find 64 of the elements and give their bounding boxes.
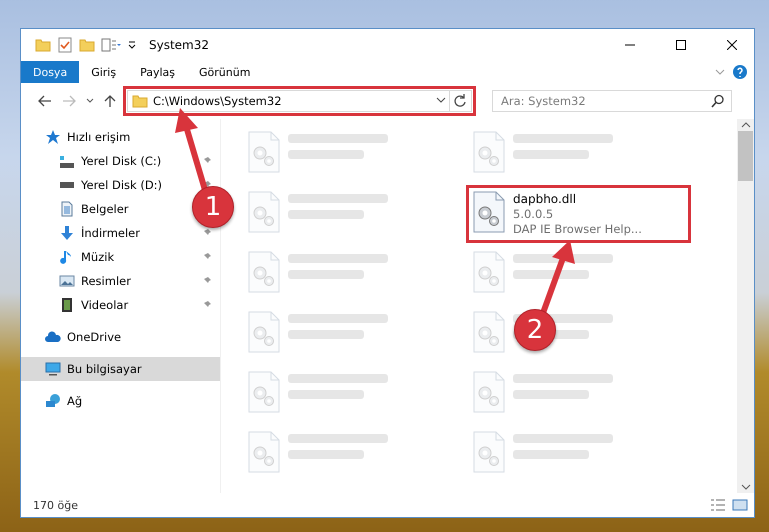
sidebar-item[interactable]: İndirmeler	[59, 225, 140, 241]
file-item[interactable]: dapbho.dll 5.0.0.5 DAP IE Browser Help...	[466, 185, 691, 243]
scrollbar[interactable]	[737, 119, 754, 493]
gear-file-icon	[473, 311, 505, 353]
document-icon	[59, 201, 75, 217]
chevron-down-icon	[740, 483, 750, 491]
picture-icon	[59, 273, 75, 289]
gear-file-icon	[248, 131, 280, 173]
drive-icon	[59, 182, 75, 188]
gear-file-icon	[473, 371, 505, 413]
forward-arrow-icon	[62, 95, 76, 107]
gear-file-icon	[248, 431, 280, 473]
gear-file-icon	[473, 251, 505, 293]
checklist-icon	[57, 37, 73, 53]
gear-file-icon	[248, 311, 280, 353]
gear-file-icon	[473, 131, 505, 173]
folder-icon	[79, 37, 95, 53]
folder-icon	[132, 93, 148, 109]
download-icon	[59, 225, 75, 241]
cloud-icon	[45, 329, 61, 345]
ribbon-tab[interactable]: Paylaş	[128, 61, 187, 83]
sidebar-item[interactable]: Hızlı erişim	[45, 129, 130, 145]
chevron-down-icon	[86, 98, 94, 104]
folder-icon	[35, 37, 51, 53]
window-title: System32	[149, 38, 210, 52]
ribbon-tab[interactable]: Giriş	[79, 61, 128, 83]
close-icon	[726, 40, 736, 50]
up-arrow-icon	[104, 94, 116, 108]
chevron-up-icon	[740, 121, 750, 129]
network-icon	[45, 393, 61, 409]
item-count: 170 öğe	[33, 498, 78, 512]
drive-icon	[59, 154, 75, 168]
film-icon	[59, 297, 75, 313]
properties-icon	[101, 37, 121, 53]
sidebar-item[interactable]: OneDrive	[45, 329, 122, 345]
file-name: dapbho.dll	[513, 192, 578, 206]
ribbon-tab[interactable]: Dosya	[21, 61, 80, 83]
computer-icon	[45, 361, 61, 377]
thumbnail-view-icon	[732, 498, 748, 512]
minimize-icon	[624, 44, 634, 46]
sidebar-item[interactable]: Yerel Disk (C:)	[59, 154, 162, 168]
ribbon-tab[interactable]: Görünüm	[187, 61, 262, 83]
sidebar-item[interactable]: Belgeler	[59, 201, 129, 217]
file-detail: 5.0.0.5	[513, 207, 554, 221]
search-icon	[711, 94, 725, 108]
scrollbar-thumb[interactable]	[738, 131, 753, 181]
sidebar-item[interactable]: Yerel Disk (D:)	[59, 178, 162, 192]
details-view-icon	[710, 498, 726, 512]
search-field[interactable]: Ara: System32	[492, 90, 732, 112]
sidebar-item[interactable]: Resimler	[59, 273, 131, 289]
gear-file-icon	[473, 191, 505, 233]
help-icon	[732, 64, 748, 80]
file-detail: DAP IE Browser Help...	[513, 222, 642, 236]
sidebar-item[interactable]: Müzik	[59, 249, 114, 265]
back-arrow-icon	[38, 95, 52, 107]
gear-file-icon	[248, 251, 280, 293]
gear-file-icon	[248, 191, 280, 233]
sidebar-item[interactable]: Videolar	[59, 297, 128, 313]
maximize-icon	[676, 40, 686, 50]
sidebar-item[interactable]: Bu bilgisayar	[45, 361, 142, 377]
sidebar-item[interactable]: Ağ	[45, 393, 82, 409]
gear-file-icon	[473, 431, 505, 473]
gear-file-icon	[248, 371, 280, 413]
star-icon	[45, 129, 61, 145]
